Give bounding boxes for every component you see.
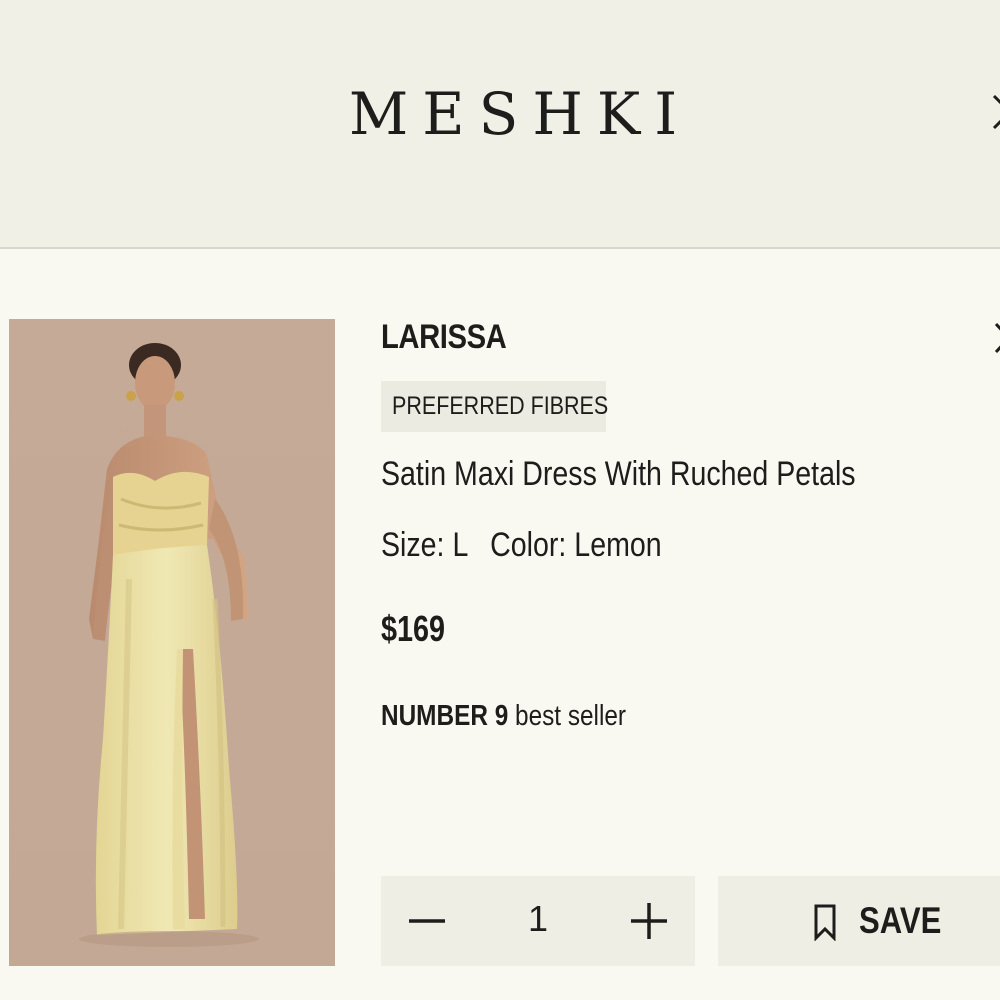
badge-label: PREFERRED FIBRES	[392, 392, 609, 420]
color-label: Color:	[490, 526, 567, 564]
save-button[interactable]: SAVE	[718, 876, 1000, 966]
quantity-value[interactable]: 1	[518, 898, 558, 940]
quantity-stepper: 1	[381, 876, 695, 966]
brand-logo[interactable]: MESHKI	[0, 80, 1000, 148]
product-variant: Size: L Color: Lemon	[381, 526, 662, 565]
bestseller-rank: 9	[494, 700, 509, 732]
remove-item-icon[interactable]	[994, 320, 1000, 356]
color-value: Lemon	[574, 526, 662, 564]
size-label: Size:	[381, 526, 445, 564]
product-price: $169	[381, 608, 446, 649]
bookmark-icon	[813, 903, 837, 942]
size-value: L	[452, 526, 469, 564]
product-name[interactable]: LARISSA	[381, 318, 507, 357]
preferred-fibres-badge: PREFERRED FIBRES	[381, 381, 609, 432]
bestseller-label: NUMBER 9 best seller	[381, 700, 626, 733]
minus-icon[interactable]	[405, 894, 449, 948]
save-label: SAVE	[859, 900, 942, 941]
plus-icon[interactable]	[627, 894, 671, 948]
product-description: Satin Maxi Dress With Ruched Petals	[381, 455, 856, 493]
bestseller-suffix: best seller	[515, 700, 627, 732]
bestseller-prefix: NUMBER	[381, 700, 488, 732]
product-image[interactable]	[9, 319, 335, 966]
close-icon[interactable]	[990, 92, 1000, 132]
header: MESHKI	[0, 0, 1000, 249]
